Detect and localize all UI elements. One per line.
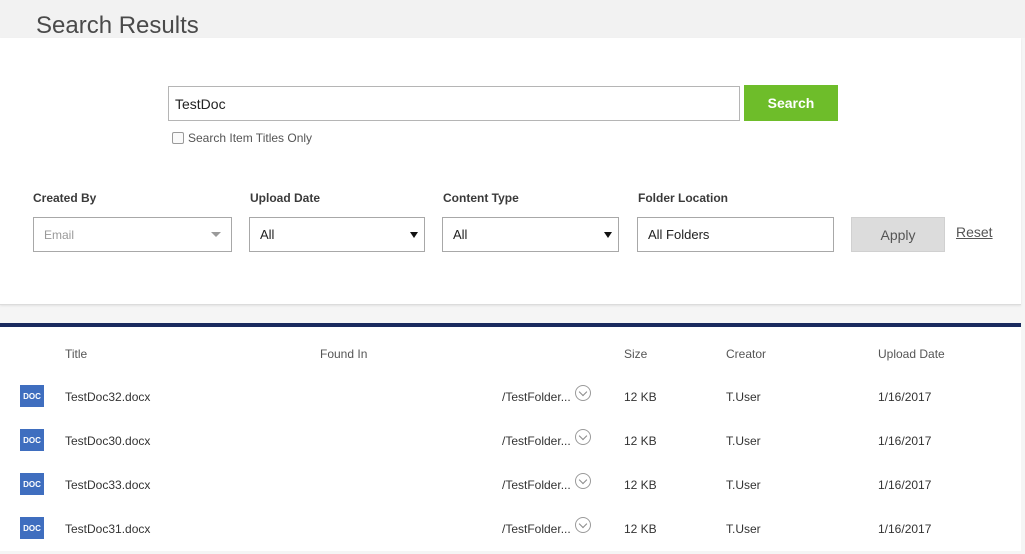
row-found-in: /TestFolder... <box>502 434 571 448</box>
row-found-in: /TestFolder... <box>502 522 571 536</box>
titles-only-checkbox[interactable] <box>172 132 184 144</box>
search-panel: Search Search Item Titles Only Created B… <box>0 38 1021 305</box>
folder-location-label: Folder Location <box>638 191 728 205</box>
titles-only-label: Search Item Titles Only <box>188 131 313 145</box>
row-size: 12 KB <box>624 522 657 536</box>
created-by-select[interactable]: Email <box>33 217 232 252</box>
content-type-value: All <box>453 227 468 242</box>
column-header-upload-date[interactable]: Upload Date <box>878 347 945 361</box>
content-type-select[interactable]: All <box>442 217 619 252</box>
expand-path-icon[interactable] <box>575 473 591 489</box>
row-creator: T.User <box>726 478 761 492</box>
row-upload-date: 1/16/2017 <box>878 522 932 536</box>
search-input[interactable] <box>168 86 740 121</box>
row-creator: T.User <box>726 522 761 536</box>
column-header-title[interactable]: Title <box>65 347 87 361</box>
created-by-placeholder: Email <box>44 227 75 242</box>
column-header-found-in[interactable]: Found In <box>320 347 367 361</box>
reset-link[interactable]: Reset <box>956 224 993 240</box>
table-row[interactable]: DOC TestDoc30.docx /TestFolder... 12 KB … <box>0 423 1021 467</box>
dropdown-arrow-icon <box>604 232 612 238</box>
results-table: Title Found In Size Creator Upload Date … <box>0 323 1021 551</box>
table-row[interactable]: DOC TestDoc31.docx /TestFolder... 12 KB … <box>0 511 1021 554</box>
content-type-label: Content Type <box>443 191 519 205</box>
column-header-creator[interactable]: Creator <box>726 347 766 361</box>
word-document-icon: DOC <box>20 429 44 451</box>
expand-path-icon[interactable] <box>575 385 591 401</box>
word-document-icon: DOC <box>20 517 44 539</box>
upload-date-label: Upload Date <box>250 191 321 205</box>
dropdown-arrow-icon <box>410 232 418 238</box>
row-title[interactable]: TestDoc30.docx <box>65 434 150 448</box>
row-size: 12 KB <box>624 434 657 448</box>
row-upload-date: 1/16/2017 <box>878 478 932 492</box>
row-creator: T.User <box>726 390 761 404</box>
word-document-icon: DOC <box>20 473 44 495</box>
titles-only-option[interactable]: Search Item Titles Only <box>172 131 312 145</box>
row-found-in: /TestFolder... <box>502 390 571 404</box>
folder-location-field[interactable]: All Folders <box>637 217 834 252</box>
created-by-label: Created By <box>33 191 97 205</box>
row-title[interactable]: TestDoc33.docx <box>65 478 150 492</box>
page-header: Search Results <box>0 0 1025 39</box>
expand-path-icon[interactable] <box>575 517 591 533</box>
apply-button[interactable]: Apply <box>851 217 945 252</box>
row-upload-date: 1/16/2017 <box>878 390 932 404</box>
table-row[interactable]: DOC TestDoc33.docx /TestFolder... 12 KB … <box>0 467 1021 511</box>
search-button[interactable]: Search <box>744 85 838 121</box>
column-header-size[interactable]: Size <box>624 347 647 361</box>
upload-date-select[interactable]: All <box>249 217 425 252</box>
upload-date-value: All <box>260 227 275 242</box>
expand-path-icon[interactable] <box>575 429 591 445</box>
row-title[interactable]: TestDoc31.docx <box>65 522 150 536</box>
row-creator: T.User <box>726 434 761 448</box>
row-title[interactable]: TestDoc32.docx <box>65 390 150 404</box>
page-title: Search Results <box>36 12 199 39</box>
folder-location-value: All Folders <box>648 227 710 242</box>
chevron-down-icon <box>211 232 221 237</box>
table-row[interactable]: DOC TestDoc32.docx /TestFolder... 12 KB … <box>0 379 1021 423</box>
row-upload-date: 1/16/2017 <box>878 434 932 448</box>
word-document-icon: DOC <box>20 385 44 407</box>
row-found-in: /TestFolder... <box>502 478 571 492</box>
row-size: 12 KB <box>624 478 657 492</box>
row-size: 12 KB <box>624 390 657 404</box>
